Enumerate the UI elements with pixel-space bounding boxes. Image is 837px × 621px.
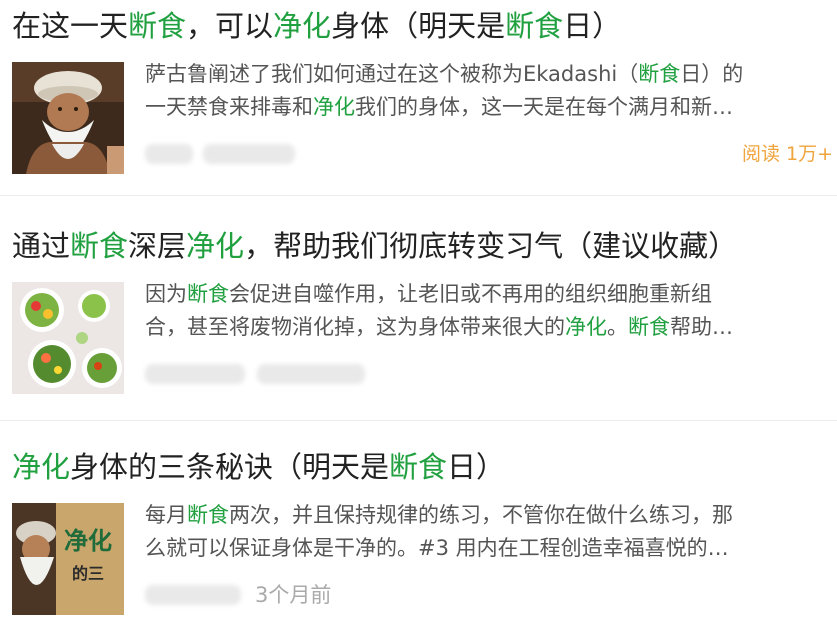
summary-text: 么就可以保证身体是干净的。#3 用内在工程创造幸福喜悦的… bbox=[145, 536, 729, 560]
blurred-source-name bbox=[145, 364, 245, 384]
publish-time: 3个月前 bbox=[255, 583, 332, 607]
summary-line: 合，甚至将废物消化掉，这为身体带来很大的净化。断食帮助… bbox=[145, 311, 833, 344]
title-text: 日） bbox=[563, 9, 622, 43]
title-text: 通过 bbox=[12, 229, 71, 263]
article-meta bbox=[145, 360, 833, 388]
title-text: 身体的三条秘诀（明天是 bbox=[70, 450, 390, 484]
summary-text: 因为 bbox=[145, 282, 187, 306]
summary-text: 萨古鲁阐述了我们如何通过在这个被称为Ekadashi（ bbox=[145, 62, 639, 86]
thumbnail-title: 净化 bbox=[64, 527, 112, 555]
title-text: ，帮助我们彻底转变习气（建议收藏） bbox=[244, 229, 738, 263]
article-card[interactable]: 净化身体的三条秘诀（明天是断食日） 净化 的三 每月断食两次，并且保持规律的练习… bbox=[0, 421, 837, 621]
summary-text: 每月 bbox=[145, 503, 187, 527]
title-keyword-highlight: 断食 bbox=[70, 229, 129, 263]
summary-keyword-highlight: 断食 bbox=[638, 62, 681, 86]
summary-line: 每月断食两次，并且保持规律的练习，不管你在做什么练习，那 bbox=[145, 499, 833, 532]
blurred-date bbox=[203, 144, 295, 164]
thumbnail-subtitle: 的三 bbox=[72, 564, 104, 583]
blurred-source-name bbox=[145, 585, 241, 605]
title-keyword-highlight: 断食 bbox=[128, 9, 187, 43]
article-title[interactable]: 在这一天断食，可以净化身体（明天是断食日） bbox=[12, 6, 621, 46]
summary-line: 因为断食会促进自噬作用，让老旧或不再用的组织细胞重新组 bbox=[145, 278, 833, 311]
thumbnail-image bbox=[12, 62, 124, 174]
summary-text: 日）的 bbox=[680, 62, 744, 86]
summary-keyword-highlight: 断食 bbox=[187, 503, 229, 527]
title-keyword-highlight: 断食 bbox=[505, 9, 564, 43]
title-text: 在这一天 bbox=[12, 9, 129, 43]
article-meta: 3个月前 bbox=[145, 581, 833, 609]
thumbnail-image: 净化 的三 bbox=[12, 503, 124, 615]
article-card[interactable]: 在这一天断食，可以净化身体（明天是断食日） 萨古鲁阐述了我们如何通过在这个被称为… bbox=[0, 0, 837, 196]
thumbnail-image bbox=[12, 282, 124, 394]
summary-line: 么就可以保证身体是干净的。#3 用内在工程创造幸福喜悦的… bbox=[145, 532, 833, 565]
title-text: 日） bbox=[447, 450, 506, 484]
article-title[interactable]: 净化身体的三条秘诀（明天是断食日） bbox=[12, 447, 505, 487]
summary-keyword-highlight: 净化 bbox=[313, 95, 355, 119]
title-text: 身体（明天是 bbox=[331, 9, 506, 43]
title-text: 深层 bbox=[128, 229, 187, 263]
summary-line: 萨古鲁阐述了我们如何通过在这个被称为Ekadashi（断食日）的 bbox=[145, 58, 833, 91]
article-summary: 每月断食两次，并且保持规律的练习，不管你在做什么练习，那 么就可以保证身体是干净… bbox=[145, 499, 833, 565]
blurred-source-name bbox=[145, 144, 193, 164]
search-results-feed: 在这一天断食，可以净化身体（明天是断食日） 萨古鲁阐述了我们如何通过在这个被称为… bbox=[0, 0, 837, 621]
summary-text: 。 bbox=[607, 315, 628, 339]
article-summary: 萨古鲁阐述了我们如何通过在这个被称为Ekadashi（断食日）的 一天禁食来排毒… bbox=[145, 58, 833, 124]
summary-text: 会促进自噬作用，让老旧或不再用的组织细胞重新组 bbox=[229, 282, 712, 306]
article-meta: 阅读 1万+ bbox=[145, 140, 833, 168]
title-text: ，可以 bbox=[186, 9, 274, 43]
article-summary: 因为断食会促进自噬作用，让老旧或不再用的组织细胞重新组 合，甚至将废物消化掉，这… bbox=[145, 278, 833, 344]
summary-text: 两次，并且保持规律的练习，不管你在做什么练习，那 bbox=[229, 503, 733, 527]
summary-keyword-highlight: 净化 bbox=[565, 315, 607, 339]
article-thumbnail[interactable]: 净化 的三 bbox=[12, 503, 124, 615]
article-card[interactable]: 通过断食深层净化，帮助我们彻底转变习气（建议收藏） 因为断食会促进自噬作用，让老… bbox=[0, 196, 837, 421]
title-keyword-highlight: 净化 bbox=[12, 450, 71, 484]
read-count: 阅读 1万+ bbox=[741, 143, 833, 165]
article-thumbnail[interactable] bbox=[12, 282, 124, 394]
article-title[interactable]: 通过断食深层净化，帮助我们彻底转变习气（建议收藏） bbox=[12, 226, 737, 266]
summary-keyword-highlight: 断食 bbox=[187, 282, 229, 306]
summary-text: 我们的身体，这一天是在每个满月和新… bbox=[355, 95, 733, 119]
title-keyword-highlight: 净化 bbox=[273, 9, 332, 43]
blurred-date bbox=[257, 364, 365, 384]
summary-text: 帮助… bbox=[670, 315, 733, 339]
title-keyword-highlight: 净化 bbox=[186, 229, 245, 263]
summary-line: 一天禁食来排毒和净化我们的身体，这一天是在每个满月和新… bbox=[145, 91, 833, 124]
article-thumbnail[interactable] bbox=[12, 62, 124, 174]
summary-text: 一天禁食来排毒和 bbox=[145, 95, 313, 119]
summary-text: 合，甚至将废物消化掉，这为身体带来很大的 bbox=[145, 315, 565, 339]
summary-keyword-highlight: 断食 bbox=[628, 315, 670, 339]
title-keyword-highlight: 断食 bbox=[389, 450, 448, 484]
